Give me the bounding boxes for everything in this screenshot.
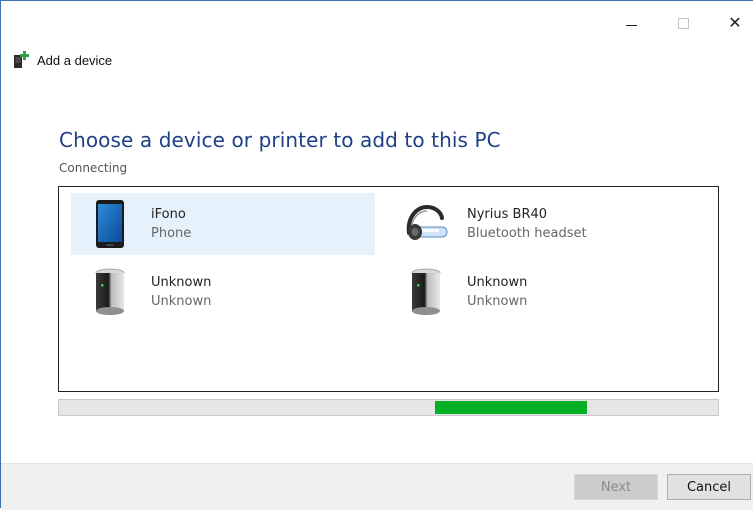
device-name: Nyrius BR40 [467,207,548,222]
page-title: Choose a device or printer to add to thi… [59,128,501,152]
device-tower-icon [95,268,125,315]
device-type: Unknown [151,294,212,309]
device-name: iFono [151,207,186,222]
window-title: Add a device [11,50,112,70]
add-device-icon [14,51,29,68]
device-item-ifono[interactable]: iFono Phone [71,193,375,255]
minimize-icon [625,24,637,26]
close-icon: ✕ [728,15,742,32]
close-button[interactable]: ✕ [715,9,753,37]
window-title-text: Add a device [37,52,113,68]
next-button[interactable]: Next [574,474,658,500]
device-type: Phone [151,226,192,241]
device-item-unknown-2[interactable]: Unknown Unknown [387,261,691,323]
device-item-unknown-1[interactable]: Unknown Unknown [71,261,375,323]
device-list: iFono Phone Nyrius BR40 Bluetooth headse… [58,186,719,392]
maximize-button[interactable] [663,9,703,37]
device-item-nyrius-br40[interactable]: Nyrius BR40 Bluetooth headset [387,193,691,255]
device-tower-icon [411,268,441,315]
phone-icon [96,200,124,248]
device-name: Unknown [467,275,528,290]
status-text: Connecting [59,161,128,175]
headset-icon [406,204,448,240]
device-type: Unknown [467,294,528,309]
cancel-button[interactable]: Cancel [667,474,751,500]
add-device-window: ✕ Add a device Choose a device or printe… [0,0,753,510]
maximize-icon [677,17,689,29]
progress-bar-fill [435,401,587,414]
progress-bar [58,399,719,416]
device-type: Bluetooth headset [467,226,587,241]
footer: Next Cancel [1,463,753,510]
minimize-button[interactable] [611,9,651,37]
device-name: Unknown [151,275,212,290]
